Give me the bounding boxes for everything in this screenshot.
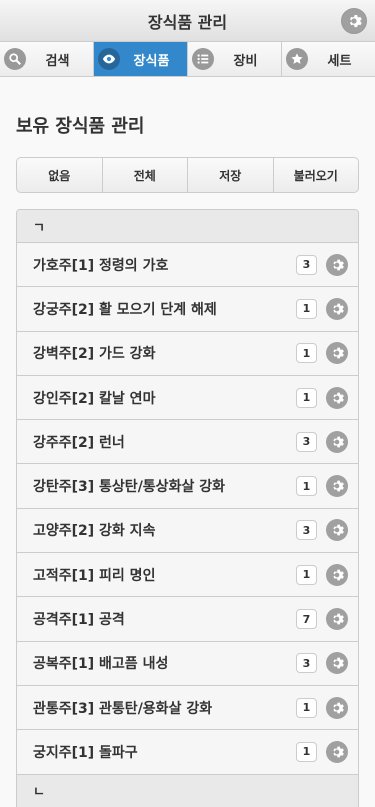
- gear-icon[interactable]: [326, 740, 348, 763]
- search-icon: [4, 48, 26, 70]
- nav-tabs: 검색 장식품 장비 세트: [0, 42, 375, 77]
- list-item[interactable]: 고적주[1] 피리 명인 1: [17, 553, 358, 598]
- all-button[interactable]: 전체: [103, 158, 188, 192]
- list-item[interactable]: 공격주[1] 공격 7: [17, 597, 358, 642]
- decoration-name: 강벽주[2] 가드 강화: [33, 346, 156, 363]
- section-title: 보유 장식품 관리: [16, 116, 145, 137]
- settings-button[interactable]: [341, 8, 367, 34]
- decoration-name: 강주주[2] 런너: [33, 434, 125, 451]
- tab-sets[interactable]: 세트: [282, 42, 375, 76]
- count-badge: 1: [296, 387, 317, 408]
- tab-label: 장식품: [133, 53, 170, 69]
- decoration-name: 공격주[1] 공격: [33, 612, 125, 629]
- app-header: 장식품 관리: [0, 0, 375, 42]
- gear-icon[interactable]: [326, 519, 348, 542]
- count-badge: 1: [296, 298, 317, 319]
- decoration-name: 강인주[2] 칼날 연마: [33, 390, 156, 407]
- decoration-name: 가호주[1] 정령의 가호: [33, 257, 169, 274]
- gear-icon: [349, 15, 362, 28]
- count-badge: 7: [296, 609, 317, 630]
- count-badge: 1: [296, 476, 317, 497]
- tab-decorations[interactable]: 장식품: [94, 42, 188, 76]
- list-item[interactable]: 강궁주[2] 활 모으기 단계 해제 1: [17, 287, 358, 332]
- decoration-name: 고양주[2] 강화 지속: [33, 523, 156, 540]
- count-badge: 1: [296, 564, 317, 585]
- action-button-group: 없음 전체 저장 불러오기: [16, 157, 359, 193]
- decoration-name: 관통주[3] 관통탄/용화살 강화: [33, 700, 213, 717]
- list-item[interactable]: 가호주[1] 정령의 가호 3: [17, 243, 358, 288]
- gear-icon[interactable]: [326, 297, 348, 320]
- main-content: 보유 장식품 관리 없음 전체 저장 불러오기 ㄱ 가호주[1] 정령의 가호 3 강…: [0, 115, 375, 807]
- gear-icon[interactable]: [326, 608, 348, 631]
- gear-icon[interactable]: [326, 342, 348, 365]
- none-button[interactable]: 없음: [17, 158, 103, 192]
- page-title: 장식품 관리: [147, 12, 228, 32]
- load-button[interactable]: 불러오기: [274, 158, 359, 192]
- decoration-name: 강궁주[2] 활 모으기 단계 해제: [33, 301, 217, 318]
- list-divider: ㄱ: [17, 210, 358, 243]
- count-badge: 3: [296, 520, 317, 541]
- list-item[interactable]: 고양주[2] 강화 지속 3: [17, 508, 358, 554]
- count-badge: 1: [296, 343, 317, 364]
- gear-icon[interactable]: [326, 652, 348, 675]
- gear-icon[interactable]: [326, 563, 348, 586]
- count-badge: 3: [296, 254, 317, 275]
- list-item[interactable]: 공복주[1] 배고픔 내성 3: [17, 641, 358, 686]
- decoration-name: 고적주[1] 피리 명인: [33, 567, 156, 584]
- gear-icon[interactable]: [326, 386, 348, 409]
- list-item[interactable]: 강주주[2] 런너 3: [17, 420, 358, 465]
- decoration-name: 궁지주[1] 돌파구: [33, 744, 138, 761]
- star-icon: [286, 48, 308, 70]
- list-icon: [192, 48, 214, 70]
- list-item[interactable]: 강인주[2] 칼날 연마 1: [17, 375, 358, 421]
- eye-icon: [98, 48, 120, 70]
- tab-search[interactable]: 검색: [0, 42, 94, 76]
- gear-icon[interactable]: [326, 696, 348, 719]
- decoration-list: ㄱ 가호주[1] 정령의 가호 3 강궁주[2] 활 모으기 단계 해제 1 강벽주[2]…: [16, 209, 359, 807]
- list-item[interactable]: 강탄주[3] 통상탄/통상화살 강화 1: [17, 464, 358, 509]
- tab-label: 검색: [45, 53, 70, 69]
- decoration-name: 강탄주[3] 통상탄/통상화살 강화: [33, 479, 225, 496]
- count-badge: 3: [296, 653, 317, 674]
- list-item[interactable]: 궁지주[1] 돌파구 1: [17, 730, 358, 775]
- count-badge: 3: [296, 431, 317, 452]
- list-item[interactable]: 관통주[3] 관통탄/용화살 강화 1: [17, 685, 358, 731]
- count-badge: 1: [296, 697, 317, 718]
- count-badge: 1: [296, 741, 317, 762]
- save-button[interactable]: 저장: [188, 158, 274, 192]
- gear-icon[interactable]: [326, 475, 348, 498]
- gear-icon[interactable]: [326, 430, 348, 453]
- list-divider: ㄴ: [17, 774, 358, 807]
- tab-label: 세트: [327, 53, 352, 69]
- gear-icon[interactable]: [326, 253, 348, 276]
- tab-label: 장비: [233, 53, 258, 69]
- tab-equipment[interactable]: 장비: [188, 42, 282, 76]
- list-item[interactable]: 강벽주[2] 가드 강화 1: [17, 331, 358, 376]
- decoration-name: 공복주[1] 배고픔 내성: [33, 656, 169, 673]
